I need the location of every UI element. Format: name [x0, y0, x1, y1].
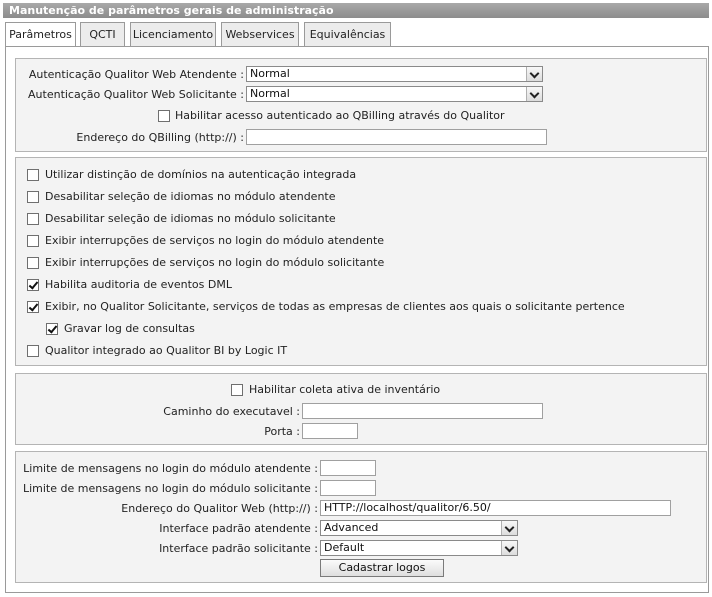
web-panel: Limite de mensagens no login do módulo a…: [15, 451, 707, 583]
auth-solicitante-select[interactable]: Normal: [246, 86, 543, 102]
auth-solicitante-value: Normal: [250, 87, 290, 100]
tab-parametros[interactable]: Parâmetros: [5, 22, 76, 47]
option-label-all-companies: Exibir, no Qualitor Solicitante, serviço…: [45, 300, 625, 313]
option-checkbox-all-companies[interactable]: [27, 301, 39, 313]
iface-atendente-value: Advanced: [324, 521, 379, 534]
option-label-interrupt-solicitante: Exibir interrupções de serviços no login…: [45, 256, 385, 269]
port-label: Porta :: [264, 425, 300, 438]
qbilling-address-label: Endereço do QBilling (http://) :: [76, 131, 244, 144]
iface-solicitante-label: Interface padrão solicitante :: [159, 542, 318, 555]
window-title: Manutenção de parâmetros gerais de admin…: [3, 3, 709, 18]
option-label-query-log: Gravar log de consultas: [64, 322, 195, 335]
option-checkbox-lang-solicitante[interactable]: [27, 213, 39, 225]
option-checkbox-audit-dml[interactable]: [27, 279, 39, 291]
option-checkbox-domain[interactable]: [27, 169, 39, 181]
auth-solicitante-label: Autenticação Qualitor Web Solicitante :: [28, 88, 244, 101]
tab-equivalencias[interactable]: Equivalências: [304, 22, 391, 46]
auth-atendente-label: Autenticação Qualitor Web Atendente :: [28, 68, 244, 81]
option-label-interrupt-atendente: Exibir interrupções de serviços no login…: [45, 234, 385, 247]
iface-atendente-label: Interface padrão atendente :: [159, 522, 318, 535]
option-label-lang-solicitante: Desabilitar seleção de idiomas no módulo…: [45, 212, 336, 225]
tab-qcti[interactable]: QCTI: [80, 22, 125, 46]
iface-solicitante-select[interactable]: Default: [320, 540, 518, 556]
option-label-audit-dml: Habilita auditoria de eventos DML: [45, 278, 232, 291]
web-address-input[interactable]: HTTP://localhost/qualitor/6.50/: [320, 500, 671, 516]
auth-panel: Autenticação Qualitor Web Atendente : No…: [15, 58, 707, 152]
active-collect-label: Habilitar coleta ativa de inventário: [249, 383, 441, 396]
auth-atendente-select[interactable]: Normal: [246, 66, 543, 82]
iface-solicitante-value: Default: [324, 541, 365, 554]
chevron-down-icon: [501, 521, 517, 535]
msg-limit-atendente-label: Limite de mensagens no login do módulo a…: [23, 462, 318, 475]
qbilling-access-checkbox[interactable]: [158, 110, 170, 122]
tab-licenciamento[interactable]: Licenciamento: [130, 22, 216, 46]
option-label-domain: Utilizar distinção de domínios na autent…: [45, 168, 357, 181]
options-panel: Utilizar distinção de domínios na autent…: [15, 157, 707, 366]
chevron-down-icon: [501, 541, 517, 555]
active-collect-checkbox[interactable]: [231, 384, 243, 396]
chevron-down-icon: [526, 67, 542, 81]
web-address-label: Endereço do Qualitor Web (http://) :: [121, 502, 318, 515]
option-checkbox-query-log[interactable]: [46, 323, 58, 335]
option-checkbox-interrupt-atendente[interactable]: [27, 235, 39, 247]
tab-webservices[interactable]: Webservices: [221, 22, 299, 46]
port-input[interactable]: [302, 423, 358, 439]
msg-limit-solicitante-input[interactable]: [320, 480, 376, 496]
option-checkbox-lang-atendente[interactable]: [27, 191, 39, 203]
chevron-down-icon: [526, 87, 542, 101]
exec-path-input[interactable]: [302, 403, 543, 419]
option-label-lang-atendente: Desabilitar seleção de idiomas no módulo…: [45, 190, 336, 203]
msg-limit-atendente-input[interactable]: [320, 460, 376, 476]
inventory-panel: Habilitar coleta ativa de inventário Cam…: [15, 373, 707, 445]
option-checkbox-bi[interactable]: [27, 345, 39, 357]
auth-atendente-value: Normal: [250, 67, 290, 80]
msg-limit-solicitante-label: Limite de mensagens no login do módulo s…: [22, 482, 318, 495]
qbilling-address-input[interactable]: [246, 129, 547, 145]
option-label-bi: Qualitor integrado ao Qualitor BI by Log…: [45, 344, 288, 357]
qbilling-access-label: Habilitar acesso autenticado ao QBilling…: [175, 109, 505, 122]
iface-atendente-select[interactable]: Advanced: [320, 520, 518, 536]
option-checkbox-interrupt-solicitante[interactable]: [27, 257, 39, 269]
register-logos-button[interactable]: Cadastrar logos: [320, 559, 444, 577]
exec-path-label: Caminho do executavel :: [163, 405, 300, 418]
